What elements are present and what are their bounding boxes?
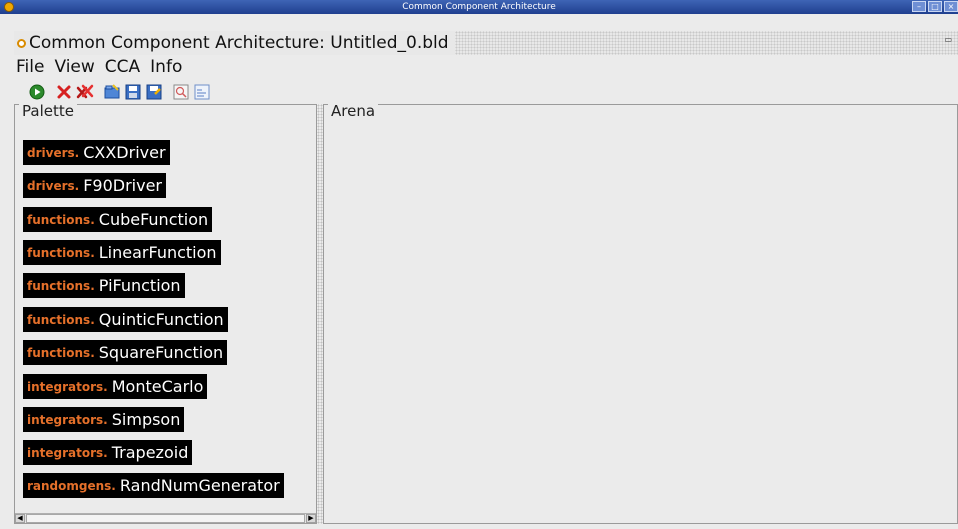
palette-item[interactable]: drivers. CXXDriver xyxy=(23,140,170,165)
menu-file[interactable]: File xyxy=(14,56,46,78)
palette-item[interactable]: randomgens. RandNumGenerator xyxy=(23,473,284,498)
open-button[interactable] xyxy=(103,83,121,101)
palette-panel: Palette drivers. CXXDriver drivers. F90D… xyxy=(14,102,317,524)
palette-item[interactable]: drivers. F90Driver xyxy=(23,173,166,198)
palette-item-package: integrators. xyxy=(27,379,108,394)
delete-button[interactable] xyxy=(55,83,73,101)
palette-item-component: F90Driver xyxy=(83,176,162,195)
palette-item-package: functions. xyxy=(27,345,95,360)
open-folder-icon xyxy=(104,84,120,99)
toolbar xyxy=(28,81,214,103)
menu-bar: File View CCA Info xyxy=(14,56,184,78)
palette-item-package: integrators. xyxy=(27,412,108,427)
zoom-button[interactable] xyxy=(172,83,190,101)
frame-icon xyxy=(17,38,26,48)
scrollbar-thumb[interactable] xyxy=(26,514,305,523)
menu-view[interactable]: View xyxy=(52,56,96,78)
palette-item-package: integrators. xyxy=(27,445,108,460)
palette-item-component: Trapezoid xyxy=(111,443,189,462)
scroll-left-arrow-icon[interactable]: ◀ xyxy=(15,514,25,523)
delete-all-icon xyxy=(76,84,94,99)
run-icon xyxy=(29,84,45,100)
window-titlebar[interactable]: Common Component Architecture – □ × xyxy=(0,0,958,14)
save-as-button[interactable] xyxy=(145,83,163,101)
palette-item-component: MonteCarlo xyxy=(111,377,204,396)
delete-all-button[interactable] xyxy=(76,83,94,101)
palette-horizontal-scrollbar[interactable]: ◀ ▶ xyxy=(15,513,316,523)
zoom-icon xyxy=(173,84,189,100)
frame-titlebar[interactable]: Common Component Architecture: Untitled_… xyxy=(14,31,958,55)
palette-item-component: PiFunction xyxy=(98,276,181,295)
palette-item-component: RandNumGenerator xyxy=(119,476,280,495)
window-title: Common Component Architecture xyxy=(402,2,556,12)
frame-title-area: Common Component Architecture: Untitled_… xyxy=(14,31,455,55)
palette-item-package: functions. xyxy=(27,212,95,227)
scroll-right-arrow-icon[interactable]: ▶ xyxy=(306,514,316,523)
frame-title: Common Component Architecture: Untitled_… xyxy=(29,33,449,53)
palette-item[interactable]: integrators. Simpson xyxy=(23,407,185,432)
window-controls: – □ × xyxy=(912,1,958,13)
palette-item[interactable]: functions. QuinticFunction xyxy=(23,307,228,332)
palette-title: Palette xyxy=(19,102,77,120)
palette-item[interactable]: functions. PiFunction xyxy=(23,273,185,298)
menu-cca[interactable]: CCA xyxy=(103,56,142,78)
save-button[interactable] xyxy=(124,83,142,101)
palette-item-component: Simpson xyxy=(111,410,181,429)
close-button[interactable]: × xyxy=(944,1,958,12)
palette-item-component: CXXDriver xyxy=(83,143,166,162)
palette-item[interactable]: integrators. MonteCarlo xyxy=(23,374,208,399)
palette-item-package: randomgens. xyxy=(27,478,116,493)
arena-title: Arena xyxy=(328,102,379,120)
palette-item-component: CubeFunction xyxy=(98,210,209,229)
palette-item[interactable]: functions. CubeFunction xyxy=(23,207,213,232)
palette-item-component: QuinticFunction xyxy=(98,310,224,329)
palette-item-package: functions. xyxy=(27,312,95,327)
palette-item[interactable]: functions. LinearFunction xyxy=(23,240,221,265)
console-icon xyxy=(194,84,210,100)
palette-item-package: functions. xyxy=(27,278,95,293)
app-icon xyxy=(4,2,14,12)
save-as-icon xyxy=(146,84,162,100)
palette-item-component: LinearFunction xyxy=(98,243,217,262)
console-button[interactable] xyxy=(193,83,211,101)
palette-item-component: SquareFunction xyxy=(98,343,224,362)
palette-item[interactable]: functions. SquareFunction xyxy=(23,340,228,365)
palette-item-package: drivers. xyxy=(27,178,80,193)
palette-item-package: drivers. xyxy=(27,145,80,160)
menu-info[interactable]: Info xyxy=(148,56,184,78)
palette-item-package: functions. xyxy=(27,245,95,260)
restore-icon[interactable]: ▭ xyxy=(944,35,952,44)
arena-panel[interactable]: Arena xyxy=(323,102,958,524)
save-icon xyxy=(125,84,141,100)
run-button[interactable] xyxy=(28,83,46,101)
delete-icon xyxy=(57,85,71,99)
palette-item[interactable]: integrators. Trapezoid xyxy=(23,440,193,465)
minimize-button[interactable]: – xyxy=(912,1,926,12)
maximize-button[interactable]: □ xyxy=(928,1,942,12)
